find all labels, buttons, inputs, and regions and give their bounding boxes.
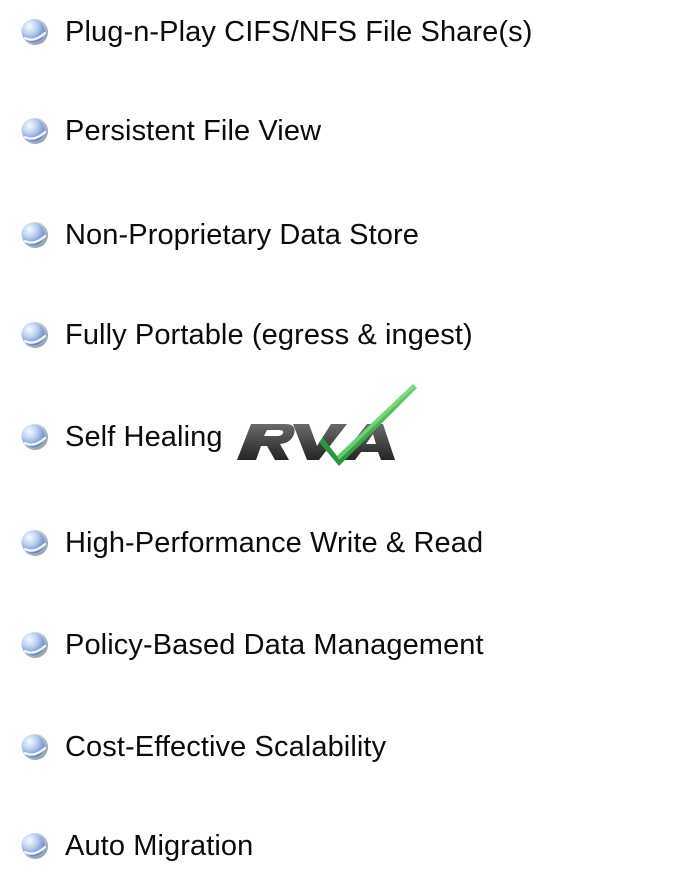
feature-list: Plug-n-Play CIFS/NFS File Share(s) Persi… bbox=[0, 0, 686, 877]
feature-item: Auto Migration bbox=[18, 821, 253, 871]
feature-label: Persistent File View bbox=[65, 114, 322, 147]
feature-label: Policy-Based Data Management bbox=[65, 628, 484, 661]
feature-label: Fully Portable (egress & ingest) bbox=[65, 318, 473, 351]
globe-bullet-icon bbox=[18, 731, 50, 763]
globe-bullet-icon bbox=[18, 319, 50, 351]
feature-label: Auto Migration bbox=[65, 829, 254, 862]
feature-label: Self Healing bbox=[65, 420, 223, 453]
feature-label: High-Performance Write & Read bbox=[65, 526, 484, 559]
globe-bullet-icon bbox=[18, 16, 50, 48]
feature-item: Non-Proprietary Data Store bbox=[18, 210, 419, 260]
globe-bullet-icon bbox=[18, 629, 50, 661]
feature-label: Cost-Effective Scalability bbox=[65, 730, 387, 763]
feature-label: Plug-n-Play CIFS/NFS File Share(s) bbox=[65, 15, 533, 48]
feature-item: Persistent File View bbox=[18, 106, 321, 156]
feature-item: High-Performance Write & Read bbox=[18, 518, 483, 568]
globe-bullet-icon bbox=[18, 527, 50, 559]
feature-item: Policy-Based Data Management bbox=[18, 620, 484, 670]
feature-label: Non-Proprietary Data Store bbox=[65, 218, 419, 251]
feature-item: Self Healing bbox=[18, 384, 423, 466]
globe-bullet-icon bbox=[18, 830, 50, 862]
feature-item: Cost-Effective Scalability bbox=[18, 722, 386, 772]
globe-bullet-icon bbox=[18, 219, 50, 251]
globe-bullet-icon bbox=[18, 421, 50, 453]
logo-letter-r bbox=[236, 424, 295, 460]
feature-item: Fully Portable (egress & ingest) bbox=[18, 310, 473, 360]
feature-item: Plug-n-Play CIFS/NFS File Share(s) bbox=[18, 7, 533, 57]
globe-bullet-icon bbox=[18, 115, 50, 147]
rva-checkmark-logo bbox=[227, 382, 423, 468]
